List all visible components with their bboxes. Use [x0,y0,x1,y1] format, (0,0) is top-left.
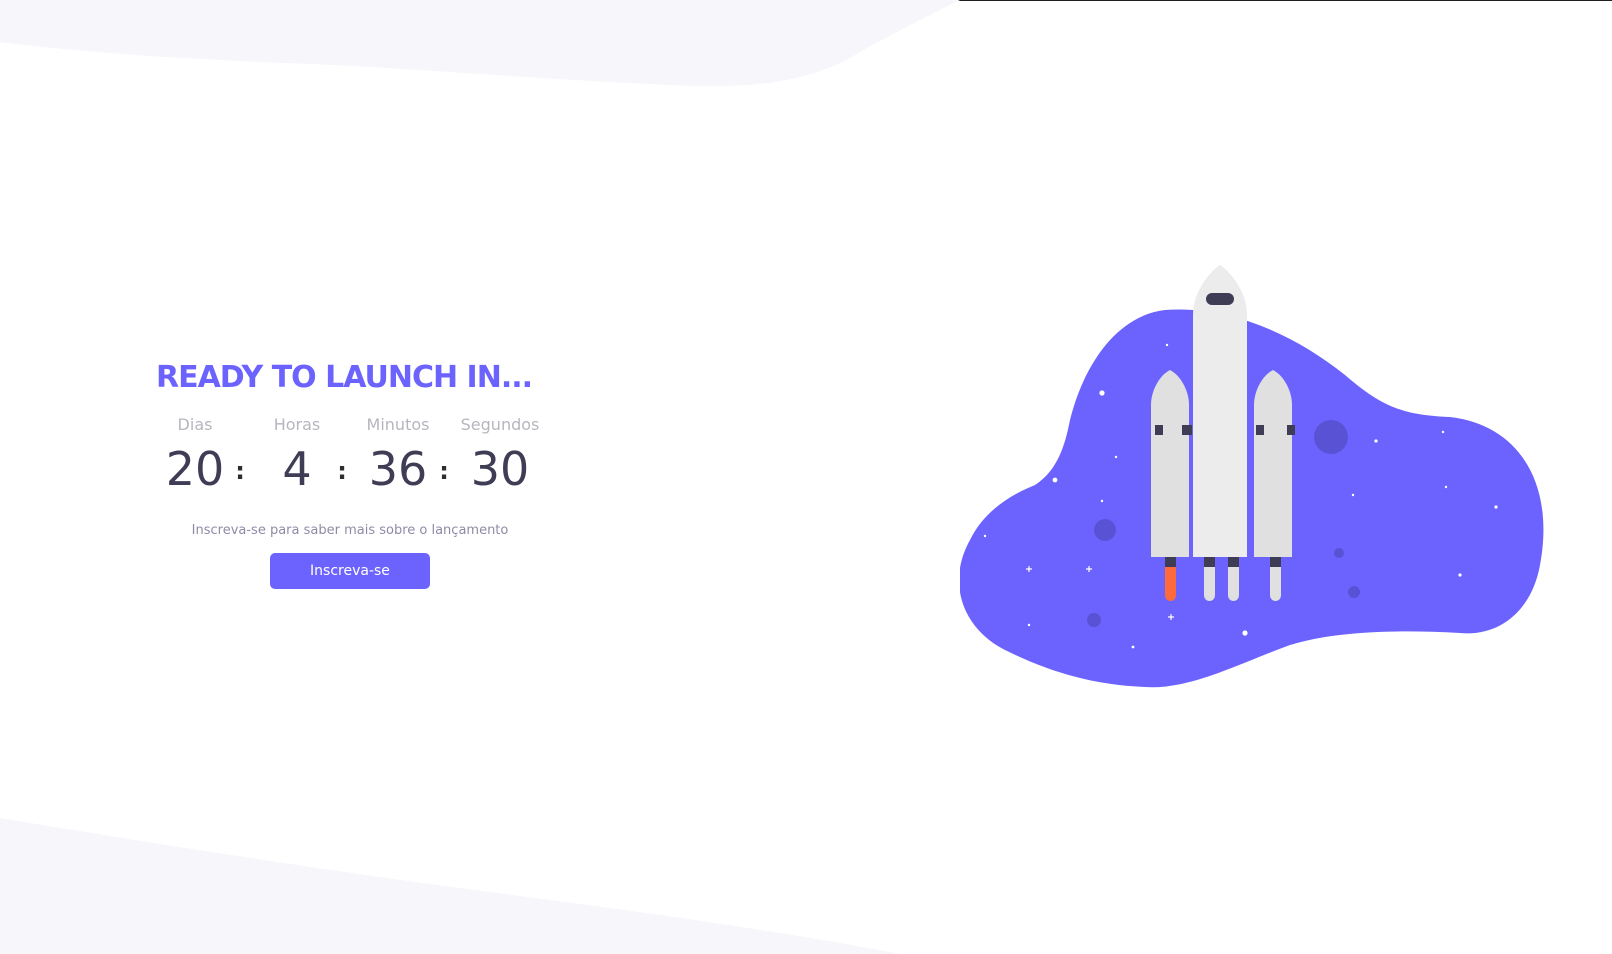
space-blob [960,309,1544,688]
countdown-hours-value: 4 [282,442,312,496]
countdown-days-value: 20 [165,442,225,496]
headline: READY TO LAUNCH IN... [156,360,533,395]
countdown-days: Dias 20 [150,413,240,499]
rocket-launch-illustration [960,265,1544,688]
countdown-hours: Horas 4 [252,413,342,499]
countdown-minutes-value: 36 [368,442,428,496]
countdown-separator: : [439,457,449,485]
countdown-seconds-label: Segundos [460,415,540,434]
coming-soon-page: READY TO LAUNCH IN... Dias 20 : Horas 4 … [0,0,1612,954]
countdown-separator: : [337,457,347,485]
countdown-separator: : [235,457,245,485]
countdown-seconds: Segundos 30 [455,413,545,499]
subscribe-button[interactable]: Inscreva-se [270,553,430,589]
countdown: Dias 20 : Horas 4 : Minutos 36 : Segundo… [150,413,550,503]
subscribe-subtitle: Inscreva-se para saber mais sobre o lanç… [191,523,509,538]
hero-content: READY TO LAUNCH IN... Dias 20 : Horas 4 … [150,360,550,589]
countdown-hours-label: Horas [273,415,321,434]
countdown-minutes: Minutos 36 [353,413,443,499]
countdown-seconds-value: 30 [470,442,530,496]
countdown-minutes-label: Minutos [366,415,430,434]
countdown-days-label: Dias [177,415,213,434]
